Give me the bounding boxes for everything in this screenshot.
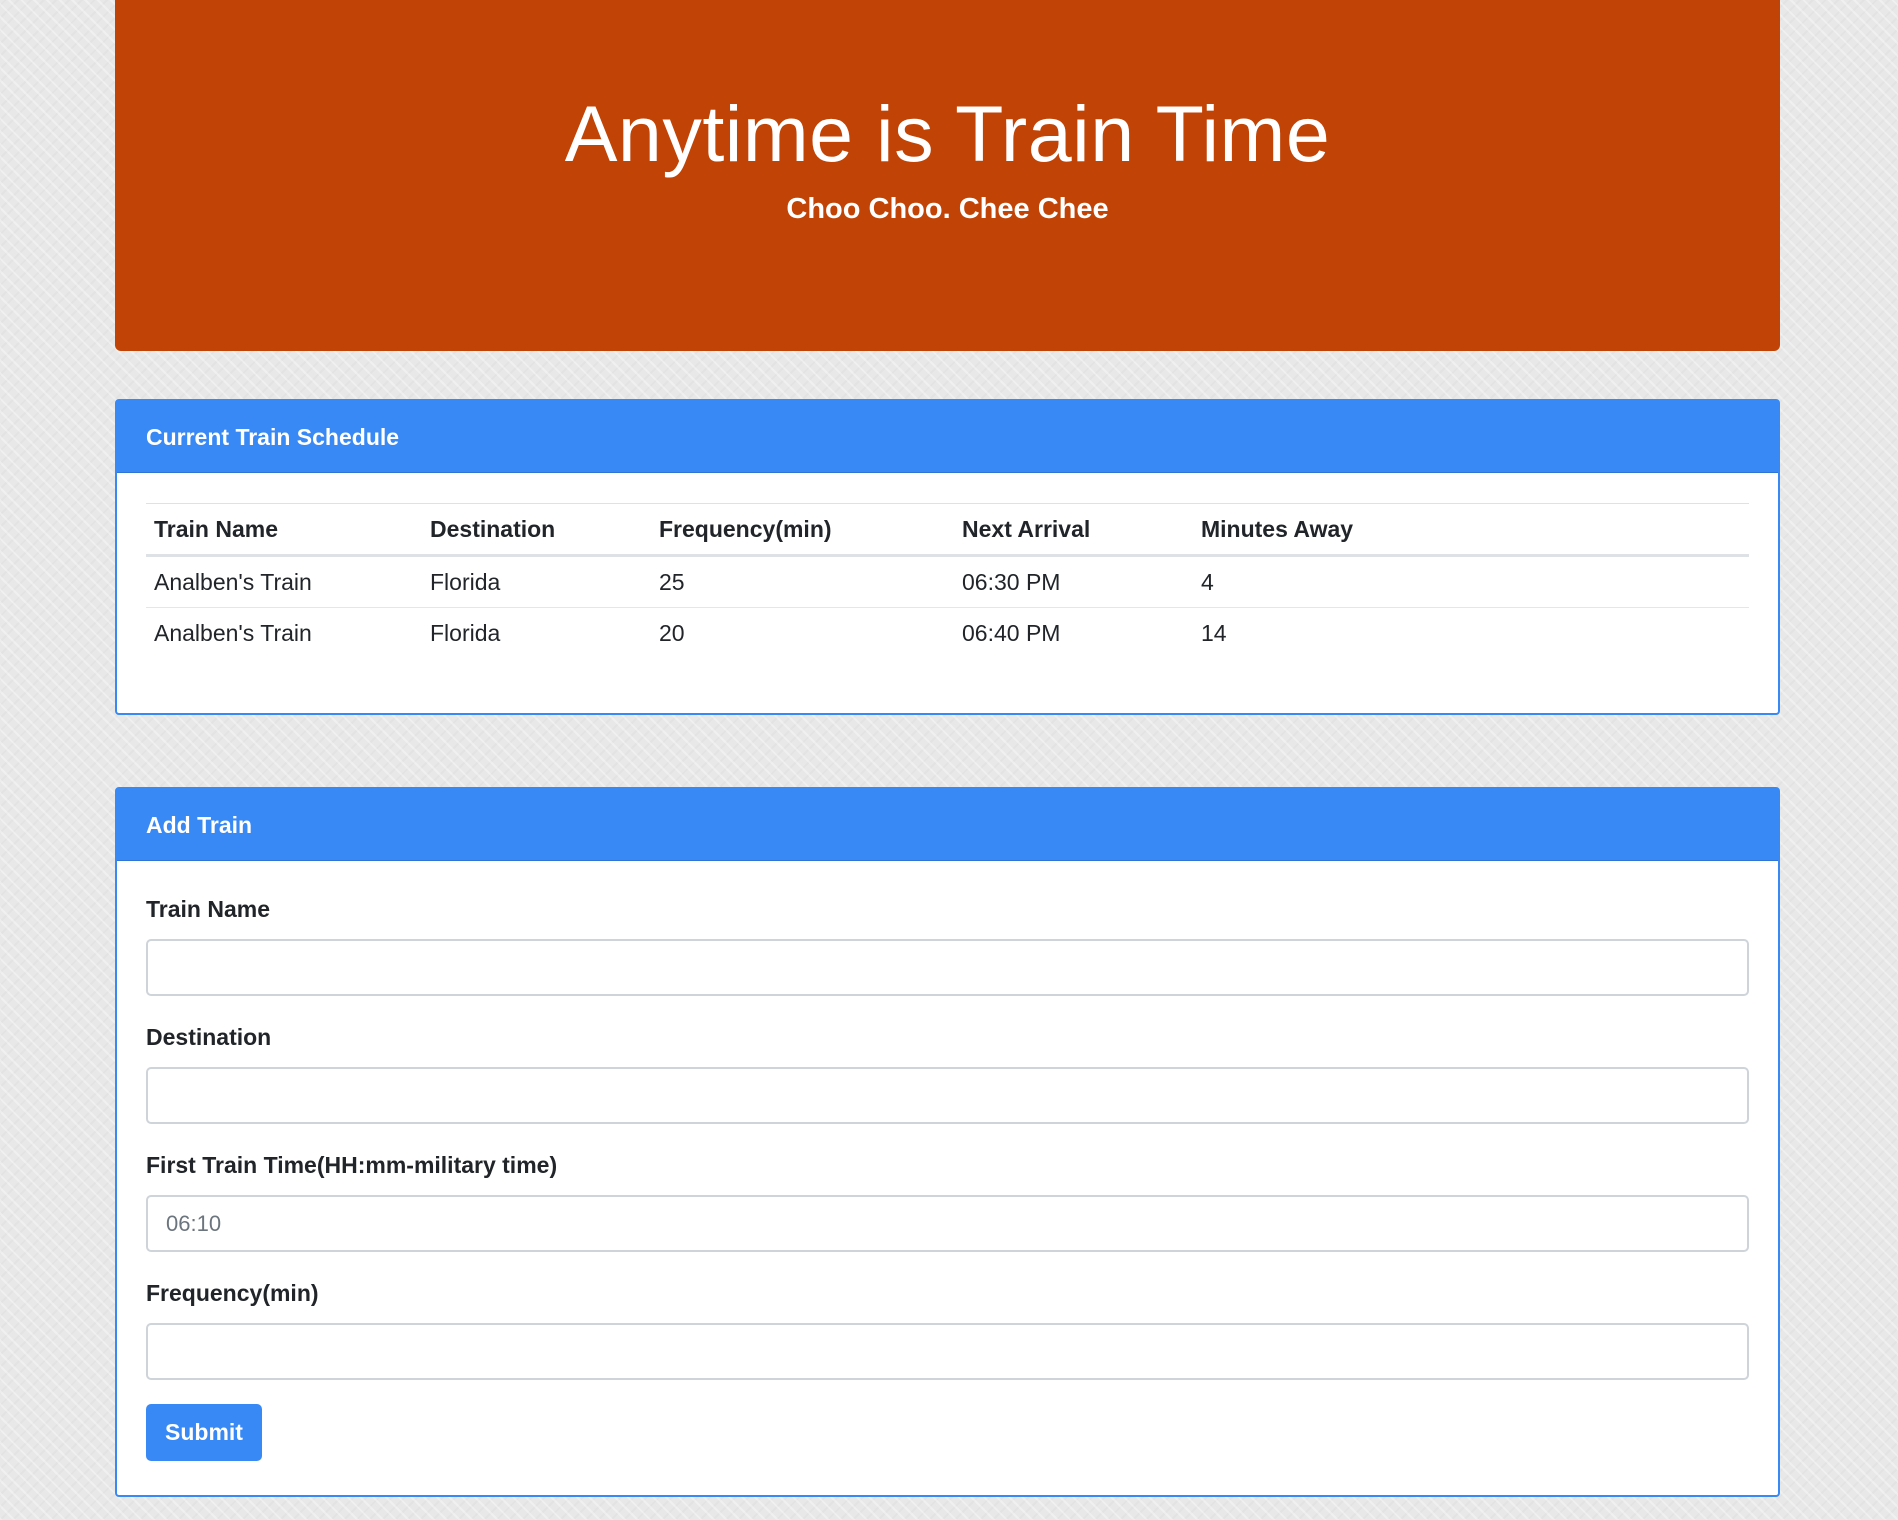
add-train-form: Train Name Destination First Train Time(… (117, 861, 1778, 1491)
frequency-group: Frequency(min) (146, 1279, 1749, 1380)
destination-label: Destination (146, 1024, 272, 1050)
train-name-label: Train Name (146, 896, 270, 922)
cell-minutes-away: 14 (1201, 620, 1227, 647)
column-header-destination: Destination (422, 503, 651, 557)
page-container: Anytime is Train Time Choo Choo. Chee Ch… (115, 0, 1780, 1497)
cell-next-arrival: 06:30 PM (954, 555, 1193, 608)
schedule-table: Train Name Destination Frequency(min) Ne… (146, 503, 1749, 660)
destination-group: Destination (146, 1023, 1749, 1124)
frequency-label: Frequency(min) (146, 1280, 319, 1306)
table-row: Analben's Train Florida 25 06:30 PM 4 (146, 555, 1749, 608)
hero-banner: Anytime is Train Time Choo Choo. Chee Ch… (115, 0, 1780, 351)
column-header-next-arrival: Next Arrival (954, 503, 1193, 557)
column-header-minutes-away: Minutes Away (1193, 503, 1749, 557)
first-train-time-label: First Train Time(HH:mm-military time) (146, 1152, 558, 1178)
cell-frequency: 25 (651, 555, 954, 608)
schedule-card-header: Current Train Schedule (117, 401, 1778, 473)
column-header-frequency: Frequency(min) (651, 503, 954, 557)
schedule-card-body: Train Name Destination Frequency(min) Ne… (117, 473, 1778, 690)
add-train-card-header: Add Train (117, 789, 1778, 861)
page-subtitle: Choo Choo. Chee Chee (786, 193, 1109, 225)
cell-train-name: Analben's Train (146, 555, 422, 608)
train-name-group: Train Name (146, 895, 1749, 996)
page-title: Anytime is Train Time (564, 89, 1331, 178)
destination-input[interactable] (146, 1067, 1749, 1124)
first-train-time-group: First Train Time(HH:mm-military time) (146, 1151, 1749, 1252)
submit-button[interactable]: Submit (146, 1404, 262, 1461)
cell-destination: Florida (430, 620, 501, 647)
schedule-card: Current Train Schedule Train Name Destin… (115, 399, 1780, 715)
table-header-row: Train Name Destination Frequency(min) Ne… (146, 503, 1749, 557)
cell-destination: Florida (422, 555, 651, 608)
cell-frequency: 20 (659, 620, 685, 647)
cell-next-arrival: 06:40 PM (962, 620, 1061, 647)
first-train-time-input[interactable] (146, 1195, 1749, 1252)
cell-minutes-away: 4 (1193, 555, 1749, 608)
add-train-card: Add Train Train Name Destination First T… (115, 787, 1780, 1497)
train-name-input[interactable] (146, 939, 1749, 996)
table-row: Analben's Train Florida 20 06:40 PM 14 (146, 608, 1749, 660)
column-header-train-name: Train Name (146, 503, 422, 557)
frequency-input[interactable] (146, 1323, 1749, 1380)
cell-train-name: Analben's Train (154, 620, 312, 647)
